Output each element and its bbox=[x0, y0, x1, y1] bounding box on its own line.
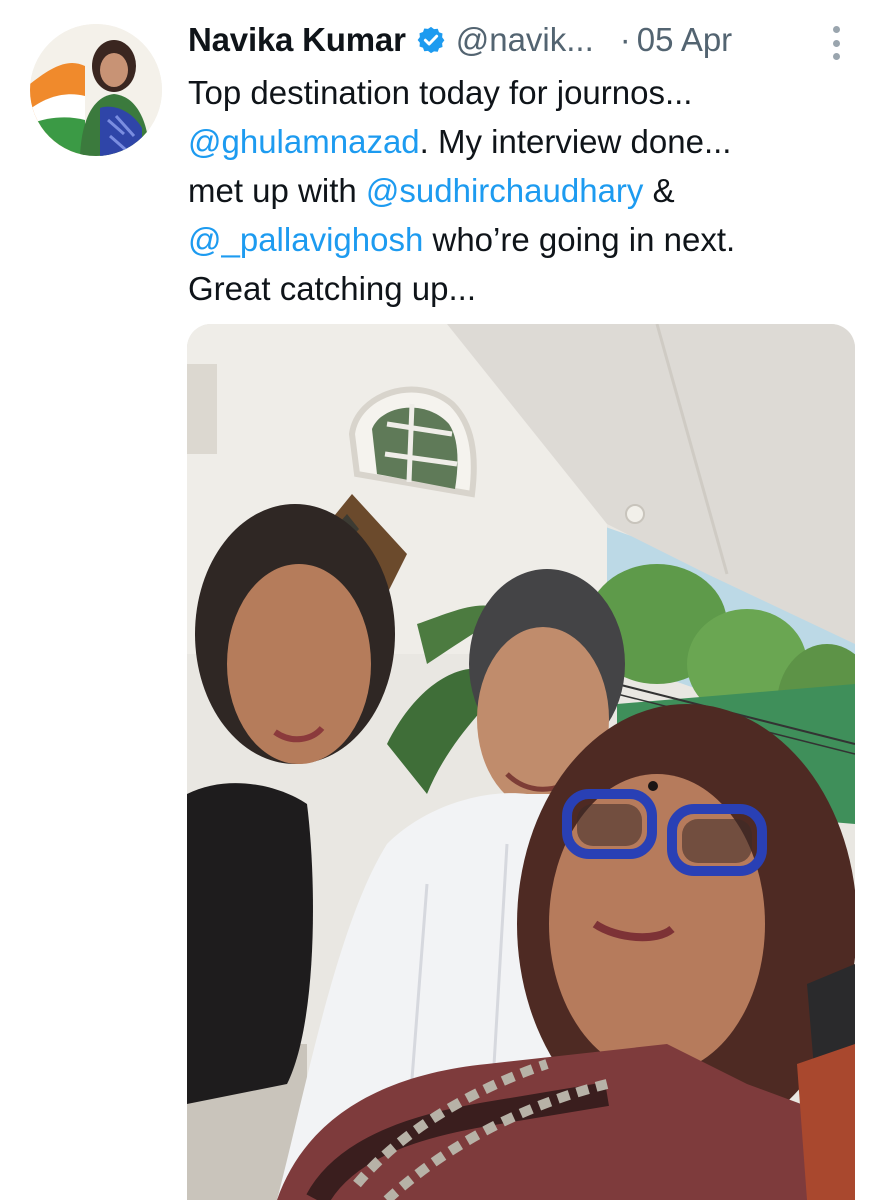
tweet-header: Navika Kumar @navik... · 05 Apr bbox=[188, 18, 858, 62]
tweet-text-line: @_pallavighosh who’re going in next. bbox=[188, 215, 858, 264]
author-handle[interactable]: @navik... bbox=[456, 21, 594, 59]
selfie-photo-image bbox=[187, 324, 855, 1200]
tweet-text-segment: & bbox=[643, 172, 675, 209]
tweet-text-line: @ghulamnazad. My interview done... bbox=[188, 117, 858, 166]
tweet-photo[interactable] bbox=[187, 324, 855, 1200]
tweet-text-segment: Top destination today for journos... bbox=[188, 74, 693, 111]
tweet-text-line: Top destination today for journos... bbox=[188, 68, 858, 117]
avatar-image bbox=[30, 24, 162, 156]
tweet-text: Top destination today for journos... @ghu… bbox=[188, 68, 858, 313]
mention-link[interactable]: @sudhirchaudhary bbox=[366, 172, 644, 209]
tweet-text-segment: met up with bbox=[188, 172, 366, 209]
author-avatar[interactable] bbox=[30, 24, 162, 156]
mention-link[interactable]: @_pallavighosh bbox=[188, 221, 423, 258]
tweet-date[interactable]: 05 Apr bbox=[637, 21, 732, 59]
tweet-text-segment: who’re going in next. bbox=[423, 221, 736, 258]
tweet-text-segment: Great catching up... bbox=[188, 270, 476, 307]
header-separator: · bbox=[619, 21, 631, 58]
tweet-text-segment: . My interview done... bbox=[419, 123, 732, 160]
mention-link[interactable]: @ghulamnazad bbox=[188, 123, 420, 160]
tweet-card[interactable]: Navika Kumar @navik... · 05 Apr Top dest… bbox=[0, 0, 885, 1200]
tweet-text-line: met up with @sudhirchaudhary & bbox=[188, 166, 858, 215]
tweet-text-line: Great catching up... bbox=[188, 264, 858, 313]
verified-badge-icon bbox=[416, 25, 446, 55]
more-vertical-icon[interactable] bbox=[826, 26, 846, 60]
author-name[interactable]: Navika Kumar bbox=[188, 21, 406, 59]
